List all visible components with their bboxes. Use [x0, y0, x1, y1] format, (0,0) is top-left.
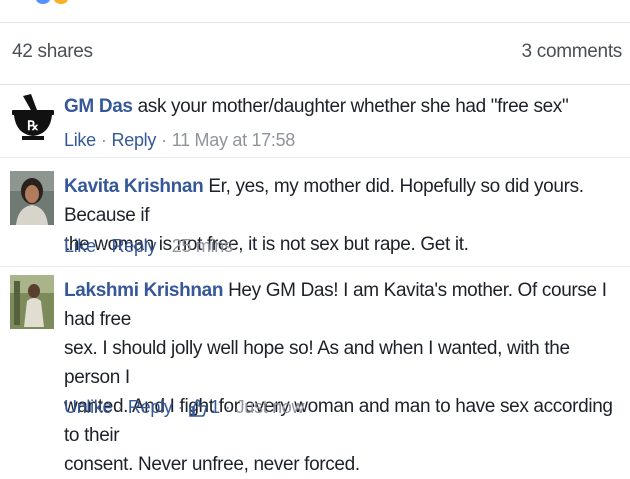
avatar[interactable]: ℞ [10, 92, 56, 142]
unlike-link[interactable]: Unlike [64, 397, 113, 418]
comment-message-line: consent. Never unfree, never forced. [64, 454, 360, 475]
separator-dot: · [100, 130, 107, 150]
reply-link[interactable]: Reply [128, 397, 173, 418]
separator-dot: · [100, 236, 107, 256]
comment-actions: Unlike · Reply · 1 · Just now [64, 397, 305, 418]
reaction-icon [36, 0, 50, 4]
comment-item: ℞ GM Das ask your mother/daughter whethe… [0, 84, 630, 158]
comment-item: Lakshmi Krishnan Hey GM Das! I am Kavita… [0, 267, 630, 475]
reply-link[interactable]: Reply [112, 236, 157, 257]
reaction-icon [54, 0, 68, 4]
comment-text: GM Das ask your mother/daughter whether … [64, 92, 624, 121]
comment-actions: Like · Reply · 25 mins [64, 236, 233, 257]
like-count[interactable]: 1 [210, 397, 220, 418]
comment-text: Lakshmi Krishnan Hey GM Das! I am Kavita… [64, 276, 624, 479]
comment-actions: Like · Reply · 11 May at 17:58 [64, 130, 295, 151]
pharmacy-rx-icon: ℞ [10, 92, 56, 142]
separator-dot: · [177, 397, 184, 417]
separator-dot: · [224, 397, 231, 417]
comment-message: ask your mother/daughter whether she had… [137, 96, 569, 117]
thumbs-up-icon[interactable] [188, 398, 208, 418]
separator-dot: · [117, 397, 123, 417]
separator-dot: · [161, 130, 167, 150]
like-link[interactable]: Like [64, 130, 96, 151]
comment-item: Kavita Krishnan Er, yes, my mother did. … [0, 158, 630, 266]
shares-count-link[interactable]: 42 shares [12, 41, 93, 63]
comment-message-line: sex. I should jolly well hope so! As and… [64, 338, 570, 388]
comment-author-link[interactable]: Kavita Krishnan [64, 176, 204, 197]
reply-link[interactable]: Reply [112, 130, 157, 151]
comment-author-link[interactable]: GM Das [64, 96, 133, 117]
comment-author-link[interactable]: Lakshmi Krishnan [64, 280, 223, 301]
like-link[interactable]: Like [64, 236, 96, 257]
reactions-strip [0, 0, 630, 23]
post-stats-row: 42 shares 3 comments [0, 22, 630, 85]
avatar[interactable] [10, 275, 54, 329]
user-photo [10, 171, 54, 225]
user-photo [10, 275, 54, 329]
svg-text:℞: ℞ [27, 119, 39, 134]
comment-timestamp[interactable]: 11 May at 17:58 [172, 130, 296, 151]
comment-timestamp[interactable]: Just now [236, 397, 305, 418]
avatar[interactable] [10, 171, 54, 225]
comments-count-link[interactable]: 3 comments [522, 41, 623, 63]
comment-timestamp[interactable]: 25 mins [172, 236, 233, 257]
separator-dot: · [161, 236, 167, 256]
